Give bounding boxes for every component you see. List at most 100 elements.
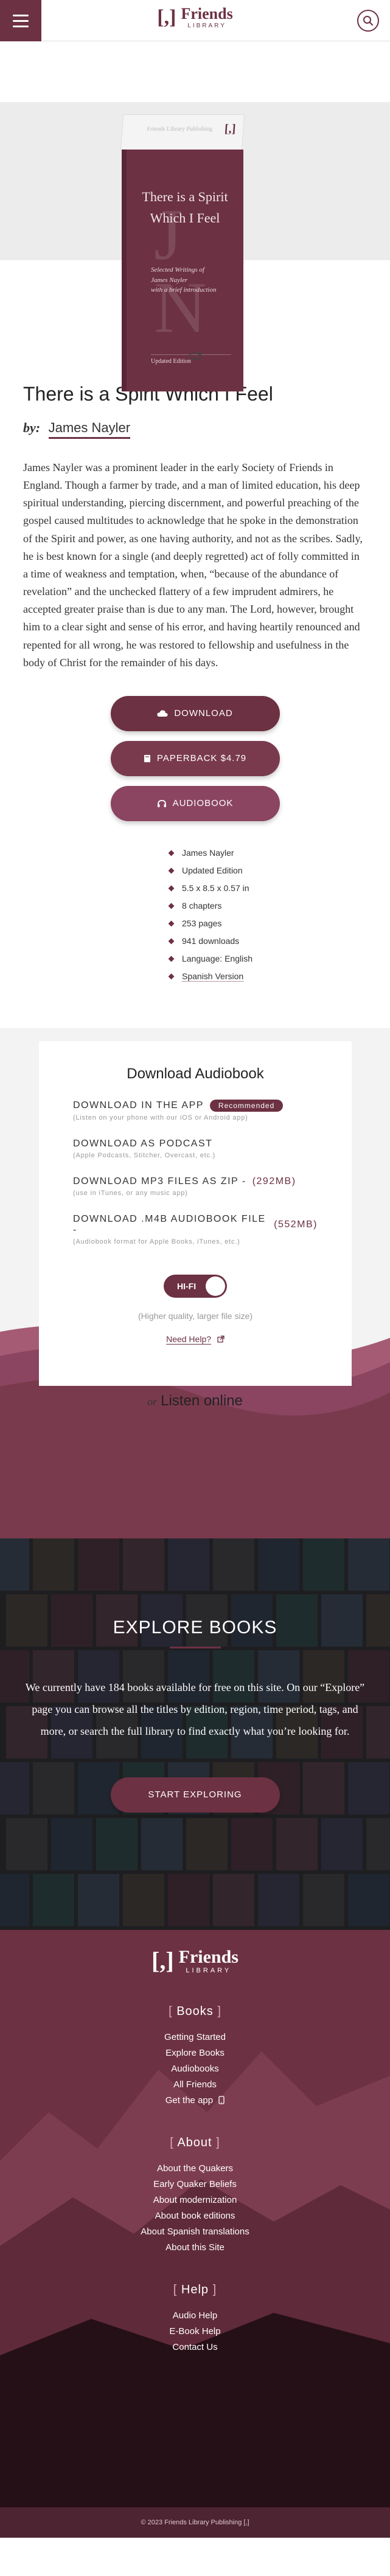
footer-link-get-app[interactable]: Get the app: [0, 2095, 390, 2106]
footer-link-quaker-beliefs[interactable]: Early Quaker Beliefs: [0, 2179, 390, 2189]
logo-subtitle: LIBRARY: [187, 22, 226, 29]
audiobook-button[interactable]: AUDIOBOOK: [110, 785, 280, 821]
download-app-sub: (Listen on your phone with our iOS or An…: [73, 1114, 248, 1121]
meta-item-pages: 253 pages: [168, 915, 367, 932]
download-label: DOWNLOAD: [174, 708, 233, 719]
cover-subtitle-line2: James Nayler: [151, 276, 188, 284]
download-app-option[interactable]: DOWNLOAD IN THE APP Recommended (Listen …: [73, 1099, 318, 1121]
cover-subtitle-line1: Selected Writings of: [151, 266, 204, 274]
audiobook-section: Download Audiobook DOWNLOAD IN THE APP R…: [0, 1027, 390, 1538]
footer-help-section: [ Help ] Audio Help E-Book Help Contact …: [0, 2283, 390, 2352]
footer-link-contact[interactable]: Contact Us: [0, 2342, 390, 2352]
footer-link-about-quakers[interactable]: About the Quakers: [0, 2163, 390, 2174]
footer-link-ebook-help[interactable]: E-Book Help: [0, 2326, 390, 2337]
toggle-knob: [206, 1276, 225, 1296]
download-podcast-title: DOWNLOAD AS PODCAST: [73, 1138, 213, 1149]
footer-help-heading: Help: [181, 2282, 209, 2296]
download-mp3-sub: (use in iTunes, or any music app): [73, 1189, 188, 1197]
listen-or: or: [147, 1395, 158, 1408]
book-cover-front: J N There is a Spirit Which I Feel Selec…: [122, 150, 243, 391]
footer-link-explore-books[interactable]: Explore Books: [0, 2048, 390, 2058]
download-m4b-sub: (Audiobook format for Apple Books, iTune…: [73, 1238, 240, 1245]
download-m4b-title: DOWNLOAD .M4B AUDIOBOOK FILE -: [73, 1213, 266, 1235]
meta-item-author: James Nayler: [168, 844, 367, 862]
audiobook-card: Download Audiobook DOWNLOAD IN THE APP R…: [39, 1041, 352, 1386]
recommended-badge: Recommended: [209, 1099, 284, 1112]
hifi-toggle[interactable]: HI-FI: [164, 1274, 227, 1298]
search-icon: [363, 16, 374, 26]
by-label: by:: [23, 420, 41, 435]
footer-link-audio-help[interactable]: Audio Help: [0, 2310, 390, 2321]
cover-title-line1: There is a Spirit: [142, 189, 228, 204]
footer-books-section: [ Books ] Getting Started Explore Books …: [0, 2005, 390, 2106]
download-mp3-title: DOWNLOAD MP3 FILES AS ZIP -: [73, 1176, 246, 1186]
download-podcast-option[interactable]: DOWNLOAD AS PODCAST (Apple Podcasts, Sti…: [73, 1138, 318, 1159]
start-exploring-button[interactable]: START EXPLORING: [110, 1777, 280, 1813]
cover-subtitle-line3: with a brief introduction: [151, 286, 217, 294]
footer-link-about-site[interactable]: About this Site: [0, 2242, 390, 2253]
footer-about-section: [ About ] About the Quakers Early Quaker…: [0, 2136, 390, 2253]
book-description: James Nayler was a prominent leader in t…: [23, 461, 363, 669]
book-cover-back: Friends Library Publishing [,]: [120, 114, 245, 151]
footer-link-book-editions[interactable]: About book editions: [0, 2211, 390, 2221]
headphones-icon: [157, 799, 166, 807]
meta-item-dimensions: 5.5 x 8.5 x 0.57 in: [168, 880, 367, 897]
footer-link-spanish-translations[interactable]: About Spanish translations: [0, 2226, 390, 2237]
audiobook-heading: Download Audiobook: [127, 1065, 264, 1082]
book-meta-list: James Nayler Updated Edition 5.5 x 8.5 x…: [168, 844, 367, 985]
external-link-icon: [217, 1335, 225, 1343]
site-footer: [,] Friends LIBRARY [ Books ] Getting St…: [0, 1929, 390, 2538]
explore-section: EXPLORE BOOKS We currently have 184 book…: [0, 1538, 390, 1930]
paperback-button[interactable]: PAPERBACK $4.79: [110, 740, 280, 776]
phone-icon: [218, 2096, 225, 2104]
cloud-download-icon: [157, 710, 168, 717]
meta-item-spanish[interactable]: Spanish Version: [168, 968, 367, 985]
download-app-title: DOWNLOAD IN THE APP: [73, 1100, 204, 1111]
meta-item-chapters: 8 chapters: [168, 897, 367, 915]
cover-publisher: Friends Library Publishing: [147, 126, 213, 133]
footer-about-heading: About: [177, 2135, 212, 2149]
byline: by: James Nayler: [23, 420, 367, 439]
site-logo[interactable]: [,] Friends LIBRARY: [157, 6, 232, 29]
download-m4b-size: (552MB): [274, 1219, 318, 1230]
paperback-label: PAPERBACK $4.79: [156, 753, 247, 764]
logo-title: Friends: [181, 5, 233, 22]
menu-button[interactable]: [0, 0, 41, 41]
footer-books-heading: Books: [176, 2004, 214, 2018]
footer-link-audiobooks[interactable]: Audiobooks: [0, 2064, 390, 2074]
copyright: © 2023 Friends Library Publishing [,]: [0, 2507, 390, 2538]
download-mp3-option[interactable]: DOWNLOAD MP3 FILES AS ZIP - (292MB) (use…: [73, 1176, 318, 1197]
cover-edition: Updated Edition: [151, 358, 191, 365]
footer-link-getting-started[interactable]: Getting Started: [0, 2032, 390, 2042]
book-icon: [144, 754, 150, 762]
explore-text: We currently have 184 books available fo…: [25, 1681, 365, 1737]
rotate-icon[interactable]: [187, 348, 203, 364]
hamburger-icon: [13, 14, 29, 16]
download-podcast-sub: (Apple Podcasts, Stitcher, Overcast, etc…: [73, 1151, 216, 1159]
book-cover-3d[interactable]: Friends Library Publishing [,] J N There…: [116, 114, 245, 394]
meta-item-edition: Updated Edition: [168, 862, 367, 880]
download-m4b-option[interactable]: DOWNLOAD .M4B AUDIOBOOK FILE - (552MB) (…: [73, 1214, 318, 1245]
cover-title-line2: Which I Feel: [150, 210, 220, 226]
need-help-link[interactable]: Need Help?: [73, 1334, 318, 1345]
footer-logo[interactable]: [,] Friends LIBRARY: [151, 1947, 239, 1974]
meta-item-language: Language: English: [168, 950, 367, 968]
meta-item-downloads: 941 downloads: [168, 932, 367, 950]
listen-online-link[interactable]: or Listen online: [0, 1393, 390, 1410]
footer-link-modernization[interactable]: About modernization: [0, 2195, 390, 2205]
logo-mark: [,]: [157, 6, 176, 29]
footer-link-all-friends[interactable]: All Friends: [0, 2079, 390, 2090]
book-info: There is a Spirit Which I Feel by: James…: [0, 383, 390, 985]
download-button[interactable]: DOWNLOAD: [110, 695, 280, 731]
quality-note: (Higher quality, larger file size): [138, 1310, 253, 1321]
search-button[interactable]: [357, 10, 379, 32]
author-link[interactable]: James Nayler: [48, 420, 131, 439]
book-hero: Friends Library Publishing [,] J N There…: [0, 41, 390, 391]
audiobook-label: AUDIOBOOK: [172, 798, 234, 809]
hifi-label: HI-FI: [177, 1281, 197, 1291]
book-actions: DOWNLOAD PAPERBACK $4.79 AUDIOBOOK: [23, 695, 367, 821]
site-header: [,] Friends LIBRARY: [0, 0, 390, 41]
explore-heading: EXPLORE BOOKS: [0, 1617, 390, 1648]
spanish-version-link[interactable]: Spanish Version: [182, 971, 244, 982]
cover-logo-mark: [,]: [224, 122, 237, 136]
